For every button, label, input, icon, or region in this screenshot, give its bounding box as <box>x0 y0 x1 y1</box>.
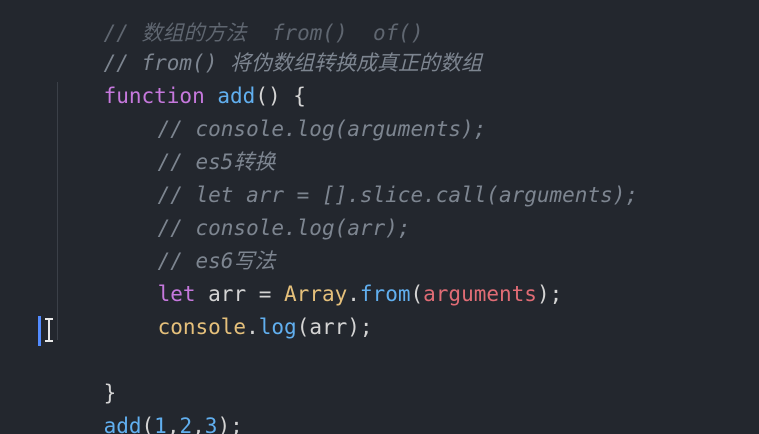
text-cursor-icon <box>45 318 53 342</box>
number-literal: 1 <box>154 414 167 434</box>
code-line-closing-brace: } <box>53 344 117 405</box>
comma: , <box>192 414 205 434</box>
arguments-identifier: arguments <box>423 282 537 306</box>
code-line-comment-from: // from() 将伪数组转换成真正的数组 <box>53 14 482 75</box>
open-paren: ( <box>141 414 155 434</box>
function-call-add: add <box>103 414 142 434</box>
comma: , <box>166 414 180 434</box>
close-paren: ); <box>217 414 243 434</box>
code-line-array-from: let arr = Array.from(arguments); <box>107 245 563 306</box>
number-literal: 3 <box>204 414 218 434</box>
code-line-comment-console-arguments: // console.log(arguments); <box>107 80 487 141</box>
code-line-comment-slice: // let arr = [].slice.call(arguments); <box>107 146 638 207</box>
method-log: log <box>258 315 297 339</box>
close-paren: ); <box>536 282 563 306</box>
text-cursor <box>38 316 41 346</box>
open-paren: ( <box>410 282 424 306</box>
code-line-function-declaration: function add() { <box>53 47 306 108</box>
call-args: (arr); <box>296 315 373 339</box>
code-line-console-log: console.log(arr); <box>107 278 373 339</box>
dot-operator: . <box>246 315 259 339</box>
code-line-add-call: add(1,2,3); <box>53 377 243 434</box>
code-line-comment-es5: // es5转换 <box>107 113 276 174</box>
code-line-comment-console-arr: // console.log(arr); <box>107 179 411 240</box>
number-literal: 2 <box>179 414 193 434</box>
console-object: console <box>157 315 247 339</box>
code-line-comment-es6: // es6写法 <box>107 212 276 273</box>
code-editor[interactable]: // 数组的方法 from() of() // from() 将伪数组转换成真正… <box>0 0 759 434</box>
